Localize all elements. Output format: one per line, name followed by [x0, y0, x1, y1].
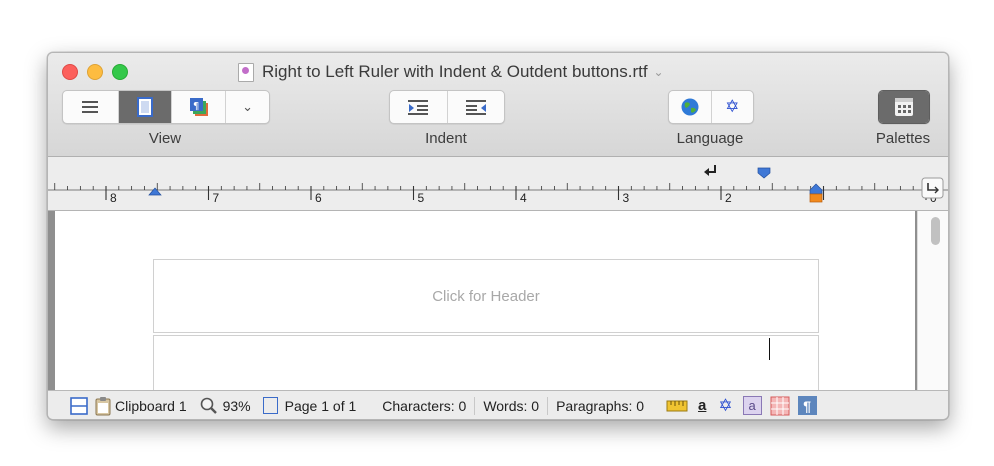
indent-segmented-control — [389, 90, 505, 124]
view-list-button[interactable] — [63, 91, 119, 123]
palettes-group-label: Palettes — [875, 130, 931, 147]
outdent-icon — [465, 100, 486, 115]
characters-label: Characters: 0 — [382, 397, 467, 414]
clipboard-icon — [95, 396, 111, 415]
indent-icon — [408, 100, 429, 115]
hebrew-keyboard-button[interactable]: ✡ — [718, 391, 733, 419]
pilcrow-icon: ¶ — [797, 396, 817, 415]
language-globe-button[interactable] — [669, 91, 712, 123]
view-group-label: View — [148, 130, 182, 147]
page-count: Page 1 of 1 — [284, 397, 357, 414]
palettes-icon — [895, 98, 913, 116]
text-caret — [769, 338, 770, 360]
view-options-button[interactable]: ⌄ — [226, 91, 269, 123]
clipboard-button[interactable]: Clipboard 1 — [94, 391, 187, 419]
text-box-button[interactable]: a — [742, 391, 762, 419]
body-region[interactable] — [153, 335, 819, 396]
ruler-number: 0 — [930, 191, 937, 205]
zoom-value: 93% — [222, 397, 251, 414]
invisibles-icon: ¶ — [189, 98, 208, 116]
language-segmented-control: ✡ — [668, 90, 754, 124]
document-scroll-area[interactable]: Click for Header — [48, 211, 948, 396]
chevron-down-icon: ⌄ — [242, 99, 254, 114]
star-of-david-icon: ✡ — [718, 395, 733, 415]
page-indicator[interactable]: Page 1 of 1 — [262, 391, 357, 419]
ruler-number: 2 — [725, 191, 732, 205]
ruler-number: 8 — [110, 191, 117, 205]
palettes-icon-wrap — [879, 91, 929, 123]
indent-group-label: Indent — [425, 130, 467, 147]
page[interactable]: Click for Header — [55, 211, 915, 396]
underline-style-button[interactable]: a — [698, 391, 707, 419]
language-hebrew-button[interactable]: ✡ — [712, 91, 754, 123]
window-title[interactable]: Right to Left Ruler with Indent & Outden… — [238, 61, 798, 83]
star-of-david-icon: ✡ — [725, 97, 740, 116]
outdent-button[interactable] — [448, 91, 505, 123]
ruler-scale: 8 7 6 5 4 3 2 0 — [48, 183, 948, 205]
view-page-button[interactable] — [118, 91, 173, 123]
list-icon — [82, 101, 99, 113]
table-button[interactable] — [770, 391, 790, 419]
header-region[interactable]: Click for Header — [153, 259, 819, 333]
status-bar: Clipboard 1 93% Page 1 of 1 Characters: … — [48, 390, 948, 419]
close-button[interactable] — [62, 64, 78, 80]
status-divider — [474, 396, 476, 415]
ruler-number: 6 — [315, 191, 322, 205]
ruler-icon — [666, 400, 688, 411]
rtf-document-icon — [238, 62, 254, 82]
ruler-toggle-button[interactable] — [666, 391, 688, 419]
document-window: Right to Left Ruler with Indent & Outden… — [47, 52, 949, 420]
svg-text:¶: ¶ — [193, 101, 199, 112]
ruler-number: 5 — [418, 191, 425, 205]
words-label: Words: 0 — [483, 397, 540, 414]
vertical-scrollbar[interactable] — [917, 211, 948, 390]
header-placeholder: Click for Header — [432, 287, 540, 305]
ruler-number: 4 — [520, 191, 527, 205]
window-title-text: Right to Left Ruler with Indent & Outden… — [262, 62, 648, 81]
underline-a-icon: a — [698, 397, 707, 414]
zoom-control[interactable]: 93% — [199, 391, 251, 419]
language-group-label: Language — [676, 130, 744, 147]
view-segmented-control: ¶ ⌄ — [62, 90, 270, 124]
ruler[interactable]: 8 7 6 5 4 3 2 0 — [48, 157, 948, 211]
page-view-icon — [137, 97, 154, 117]
magnifier-icon — [200, 397, 217, 414]
paragraphs-count: Paragraphs: 0 — [556, 391, 645, 419]
pilcrow-button[interactable]: ¶ — [797, 391, 817, 419]
words-count: Words: 0 — [483, 391, 540, 419]
chevron-down-icon: ⌄ — [653, 65, 664, 79]
palettes-button[interactable] — [878, 90, 930, 124]
paragraphs-label: Paragraphs: 0 — [556, 397, 645, 414]
minimize-button[interactable] — [87, 64, 103, 80]
table-grid-icon — [770, 396, 790, 415]
clipboard-label: Clipboard 1 — [115, 397, 187, 414]
ruler-number: 3 — [623, 191, 630, 205]
scroll-thumb[interactable] — [931, 217, 940, 245]
split-view-icon — [70, 396, 88, 415]
title-bar: Right to Left Ruler with Indent & Outden… — [48, 53, 948, 157]
page-icon — [262, 397, 278, 414]
boxed-a-icon: a — [742, 396, 762, 415]
view-invisibles-button[interactable]: ¶ — [172, 91, 227, 123]
ruler-number: 7 — [213, 191, 220, 205]
characters-count: Characters: 0 — [382, 391, 467, 419]
zoom-button[interactable] — [112, 64, 128, 80]
split-view-button[interactable] — [70, 391, 88, 419]
indent-button[interactable] — [390, 91, 448, 123]
status-divider — [547, 396, 549, 415]
globe-icon — [681, 98, 699, 116]
